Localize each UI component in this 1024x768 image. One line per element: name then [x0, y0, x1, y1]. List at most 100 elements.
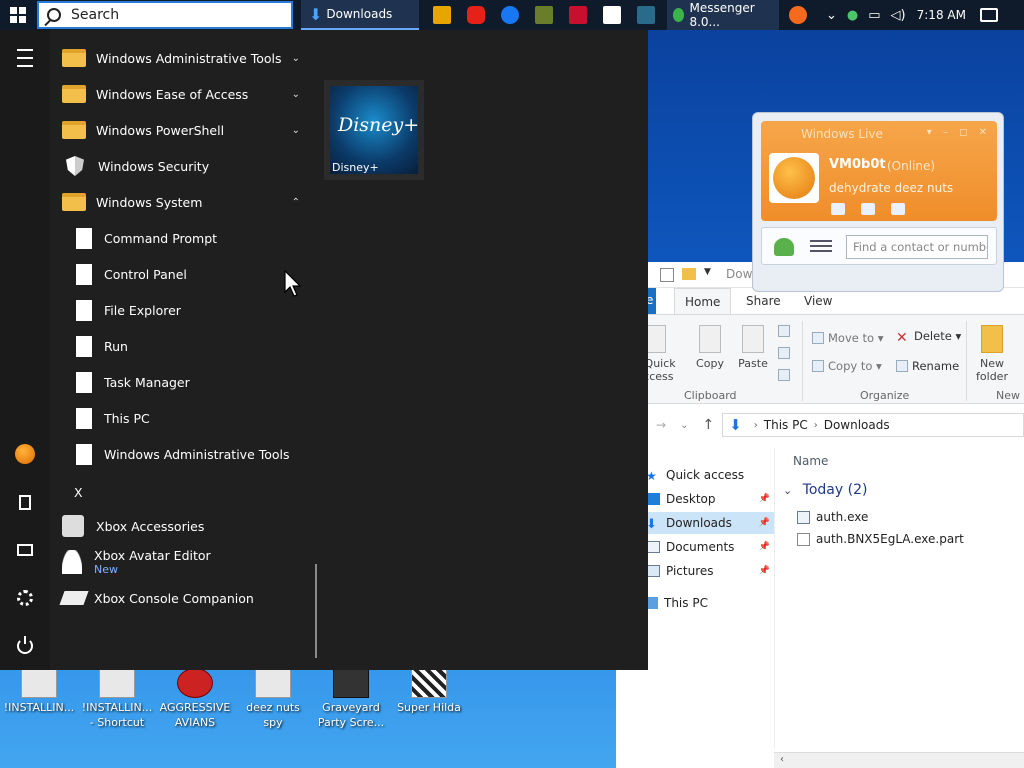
breadcrumb-downloads[interactable]: Downloads — [824, 418, 890, 432]
desktop-icon-graveyard-party[interactable]: Graveyard Party Scre... — [314, 668, 388, 730]
spaces-icon[interactable] — [861, 203, 875, 215]
web-app-icon[interactable] — [637, 6, 655, 24]
app-xbox-console-companion[interactable]: Xbox Console Companion — [59, 580, 310, 616]
horizontal-scrollbar[interactable]: ‹ — [774, 752, 1024, 768]
youtube-icon[interactable] — [467, 6, 485, 24]
app-command-prompt[interactable]: Command Prompt — [62, 220, 310, 256]
app-file-explorer[interactable]: File Explorer — [62, 292, 310, 328]
tab-share[interactable]: Share — [746, 294, 781, 308]
quick-access-dropdown-icon[interactable]: ▼ — [704, 267, 711, 277]
file-row[interactable]: auth.exe — [797, 510, 868, 524]
amazon-icon[interactable] — [433, 6, 451, 24]
tab-home[interactable]: Home — [674, 288, 732, 315]
copy-button[interactable]: Copy — [692, 325, 728, 370]
app-windows-powershell[interactable]: Windows PowerShell ⌄ — [62, 112, 310, 148]
hamburger-menu-icon[interactable] — [0, 38, 50, 78]
app-control-panel[interactable]: Control Panel — [62, 256, 310, 292]
taskbar-app-downloads[interactable]: ⬇ Downloads — [301, 0, 419, 30]
network-icon[interactable]: ▭ — [868, 8, 880, 23]
forward-arrow-icon[interactable]: → — [656, 418, 666, 432]
search-input[interactable] — [71, 7, 271, 23]
firefox-icon[interactable] — [789, 6, 807, 24]
app-label: Control Panel — [104, 266, 187, 282]
nav-documents[interactable]: Documents 📌 — [646, 536, 774, 558]
nav-pictures[interactable]: Pictures 📌 — [646, 560, 774, 582]
app-task-manager[interactable]: Task Manager — [62, 364, 310, 400]
app-run[interactable]: Run — [62, 328, 310, 364]
app-windows-system[interactable]: Windows System ⌃ — [62, 184, 310, 220]
add-contact-icon[interactable] — [774, 238, 794, 256]
paste-shortcut-button[interactable] — [778, 369, 794, 381]
desktop-icon-deez-nuts-spy[interactable]: deez nuts spy — [236, 668, 310, 730]
app-this-pc[interactable]: This PC — [62, 400, 310, 436]
nav-downloads[interactable]: ⬇ Downloads 📌 — [646, 512, 774, 534]
app-windows-administrative-tools[interactable]: Windows Administrative Tools ⌄ — [62, 40, 310, 76]
nav-this-pc[interactable]: This PC — [646, 592, 774, 614]
tray-overflow-chevron-icon[interactable]: ⌄ — [826, 8, 837, 23]
clock[interactable]: 7:18 AM — [917, 8, 966, 22]
desktop-icon-installer[interactable]: !INSTALLIN... — [2, 668, 76, 715]
app-xbox-accessories[interactable]: Xbox Accessories — [62, 508, 310, 544]
rename-button[interactable]: Rename — [896, 359, 959, 373]
recent-locations-chevron-icon[interactable]: ⌄ — [680, 420, 688, 431]
contact-search-input[interactable] — [846, 235, 988, 259]
nav-desktop[interactable]: Desktop 📌 — [646, 488, 774, 510]
file-row[interactable]: auth.BNX5EgLA.exe.part — [797, 532, 964, 546]
news-icon[interactable] — [891, 203, 905, 215]
nav-quick-access[interactable]: ★ Quick access — [646, 464, 774, 486]
nav-label: Downloads — [666, 516, 732, 530]
user-account-button[interactable] — [0, 434, 50, 474]
cut-button[interactable] — [778, 325, 794, 337]
mail-icon[interactable] — [831, 203, 845, 215]
app-list-scrollbar[interactable] — [315, 564, 317, 658]
power-button[interactable] — [0, 626, 50, 666]
app-windows-administrative-tools-shortcut[interactable]: Windows Administrative Tools — [62, 436, 310, 472]
new-folder-icon[interactable] — [682, 268, 696, 280]
messenger-status[interactable]: (Online) — [887, 159, 935, 173]
search-icon — [47, 8, 61, 22]
app-windows-ease-of-access[interactable]: Windows Ease of Access ⌄ — [62, 76, 310, 112]
personal-message[interactable]: dehydrate deez nuts — [829, 181, 953, 195]
copy-path-button[interactable] — [778, 347, 794, 359]
column-header-name[interactable]: Name — [793, 454, 828, 468]
installer-icon — [21, 668, 57, 698]
window-controls[interactable]: ▾ – ◻ ✕ — [927, 127, 991, 138]
new-folder-button[interactable]: New folder — [972, 325, 1012, 383]
breadcrumb-this-pc[interactable]: This PC — [764, 418, 808, 432]
movie-app-icon[interactable] — [535, 6, 553, 24]
wikipedia-icon[interactable] — [603, 6, 621, 24]
app-xbox-avatar-editor[interactable]: Xbox Avatar Editor New — [62, 542, 310, 582]
up-arrow-icon[interactable]: ↑ — [702, 417, 714, 433]
tile-disney-plus[interactable]: Disney+ Disney+ — [324, 80, 424, 180]
facebook-icon[interactable] — [501, 6, 519, 24]
letter-header-x[interactable]: X — [74, 485, 83, 500]
documents-button[interactable] — [0, 482, 50, 522]
messenger-display-name[interactable]: VM0b0t — [829, 157, 886, 172]
volume-icon[interactable]: ◁) — [891, 8, 906, 23]
delete-button[interactable]: ✕ Delete ▾ — [896, 329, 961, 346]
nav-label: Pictures — [666, 564, 714, 578]
start-button[interactable] — [0, 0, 36, 30]
notification-center-icon[interactable] — [979, 8, 998, 22]
pictures-button[interactable] — [0, 530, 50, 570]
paste-button[interactable]: Paste — [734, 325, 772, 370]
bank-icon[interactable] — [569, 6, 587, 24]
tray-user-icon[interactable]: ● — [847, 8, 858, 23]
display-picture[interactable] — [769, 153, 819, 203]
contact-list-view-icon[interactable] — [810, 240, 832, 254]
taskbar-app-messenger[interactable]: Messenger 8.0... — [667, 0, 779, 30]
tab-view[interactable]: View — [804, 294, 832, 308]
scroll-left-icon[interactable]: ‹ — [780, 754, 784, 765]
copy-to-button[interactable]: Copy to ▾ — [812, 359, 882, 373]
address-bar[interactable]: ⬇ › This PC › Downloads — [722, 413, 1024, 437]
group-header-today[interactable]: ⌄ Today (2) — [783, 482, 867, 498]
download-arrow-icon: ⬇ — [729, 416, 742, 434]
desktop-icon-aggressive-avians[interactable]: AGGRESSIVE AVIANS — [158, 668, 232, 730]
app-windows-security[interactable]: Windows Security — [62, 148, 310, 184]
desktop-icon-super-hilda[interactable]: Super Hilda — [392, 668, 466, 715]
desktop-icon-installer-shortcut[interactable]: !INSTALLIN... - Shortcut — [80, 668, 154, 730]
move-to-button[interactable]: Move to ▾ — [812, 331, 883, 345]
taskbar-search[interactable] — [37, 1, 293, 29]
properties-icon[interactable] — [660, 268, 674, 282]
settings-button[interactable] — [0, 578, 50, 618]
